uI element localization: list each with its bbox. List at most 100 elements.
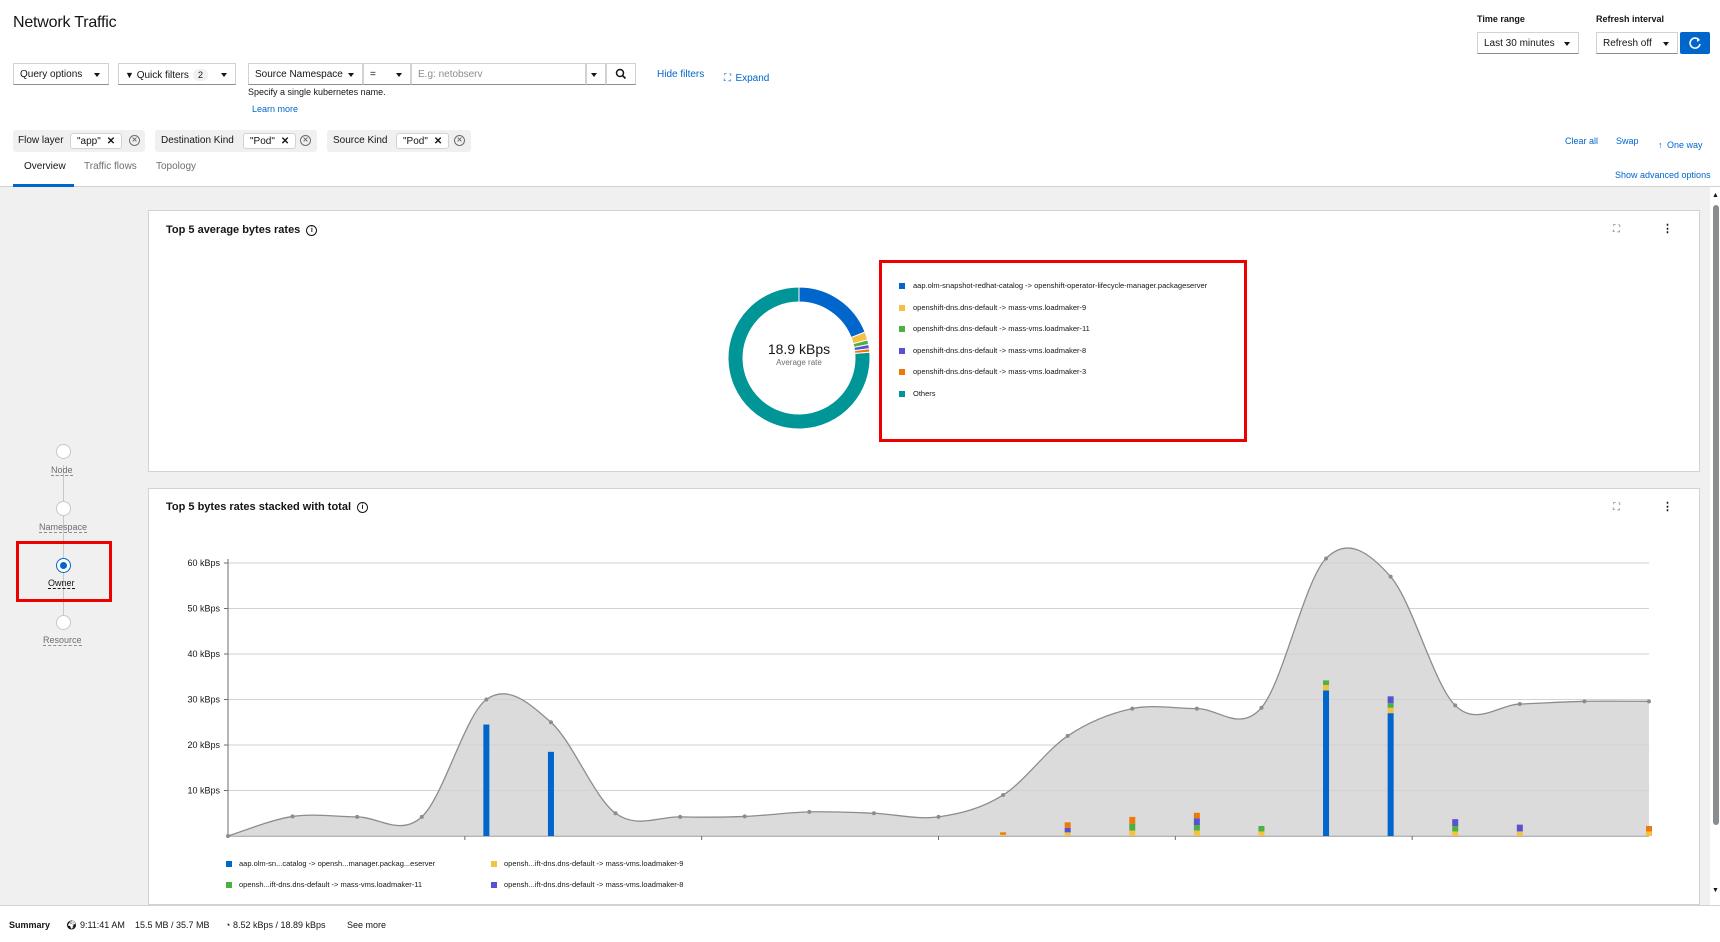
chip-destination-kind: "Pod" ✕ bbox=[243, 133, 297, 149]
total-point bbox=[1130, 706, 1135, 711]
stacked-bar-segment bbox=[1646, 825, 1652, 832]
stacked-bar-segment bbox=[1387, 696, 1394, 704]
query-options-dropdown[interactable]: Query options bbox=[13, 63, 109, 85]
total-point bbox=[290, 814, 295, 819]
refresh-icon bbox=[1689, 37, 1701, 49]
scroll-down-icon[interactable]: ▼ bbox=[1712, 887, 1719, 894]
close-icon[interactable]: ✕ bbox=[434, 136, 442, 147]
time-range-label: Time range bbox=[1477, 14, 1525, 24]
stacked-bar-segment bbox=[1000, 834, 1007, 836]
quick-filters-count: 2 bbox=[192, 69, 208, 81]
swap-link[interactable]: Swap bbox=[1616, 136, 1639, 146]
stacked-bar-segment bbox=[1516, 831, 1523, 836]
total-point bbox=[484, 697, 489, 702]
footer-time-value: 9:11:41 AM bbox=[79, 920, 125, 930]
legend-item[interactable]: opensh...ift-dns.dns-default -> mass-vms… bbox=[226, 880, 422, 889]
stacked-bar-segment bbox=[1258, 831, 1265, 836]
scrollbar[interactable]: ▲ ▼ bbox=[1710, 187, 1720, 905]
total-point bbox=[613, 811, 618, 816]
filter-field-label: Source Namespace bbox=[255, 69, 343, 80]
footer-rate-value: 8.52 kBps / 18.89 kBps bbox=[232, 920, 326, 930]
filter-value-input[interactable]: E.g: netobserv bbox=[411, 63, 586, 85]
stacked-bar-segment bbox=[1129, 823, 1136, 831]
chip-source-kind: "Pod" ✕ bbox=[396, 133, 450, 149]
legend-swatch bbox=[491, 861, 497, 868]
legend-item[interactable]: opensh...ift-dns.dns-default -> mass-vms… bbox=[491, 880, 683, 889]
chip-group-destination-kind: Destination Kind "Pod" ✕ ✕ bbox=[155, 130, 317, 152]
stacked-bar-segment bbox=[1129, 830, 1136, 836]
kebab-menu-icon[interactable]: ⋮ bbox=[1662, 222, 1673, 235]
chevron-down-icon bbox=[221, 73, 227, 77]
y-tick-label: 40 kBps bbox=[187, 649, 220, 659]
stacked-bar-segment bbox=[1064, 827, 1071, 833]
one-way-button[interactable]: ↑ One way bbox=[1658, 135, 1702, 153]
total-point bbox=[226, 834, 230, 838]
stacked-bar-segment bbox=[1323, 680, 1330, 685]
quick-filters-label: Quick filters bbox=[136, 70, 189, 81]
total-point bbox=[678, 814, 683, 819]
scope-label-node[interactable]: Node bbox=[51, 465, 73, 476]
highlight-box-owner bbox=[16, 541, 112, 602]
legend-item[interactable]: opensh...ift-dns.dns-default -> mass-vms… bbox=[491, 859, 683, 868]
tab-traffic-flows[interactable]: Traffic flows bbox=[84, 161, 137, 172]
search-icon bbox=[615, 68, 627, 80]
remove-group-icon[interactable]: ✕ bbox=[129, 135, 140, 146]
refresh-interval-select[interactable]: Refresh off bbox=[1596, 32, 1678, 54]
tab-overview[interactable]: Overview bbox=[24, 161, 66, 172]
chevron-down-icon bbox=[1564, 42, 1570, 46]
total-point bbox=[1517, 702, 1522, 707]
legend-swatch bbox=[226, 882, 232, 889]
filter-operator-select[interactable]: = bbox=[363, 63, 411, 85]
hide-filters-link[interactable]: Hide filters bbox=[657, 69, 704, 80]
tab-topology[interactable]: Topology bbox=[156, 161, 196, 172]
total-point bbox=[936, 814, 941, 819]
quick-filters-dropdown[interactable]: ▼ Quick filters 2 bbox=[118, 63, 236, 85]
stacked-panel: Top 5 bytes rates stacked with total i ⛶ … bbox=[148, 488, 1700, 905]
stacked-bar-segment bbox=[1193, 812, 1200, 819]
clear-all-link[interactable]: Clear all bbox=[1565, 136, 1598, 146]
stacked-bar-segment bbox=[1323, 690, 1330, 836]
stacked-area-chart: 10 kBps 20 kBps 30 kBps 40 kBps 50 kBps 60 kB… bbox=[187, 547, 1652, 840]
arrow-up-icon: ↑ bbox=[1658, 140, 1663, 150]
show-advanced-options-link[interactable]: Show advanced options bbox=[1615, 170, 1711, 180]
summary-label[interactable]: Summary bbox=[9, 920, 50, 930]
close-icon[interactable]: ✕ bbox=[107, 136, 115, 147]
legend-swatch bbox=[491, 882, 497, 889]
scope-label-namespace[interactable]: Namespace bbox=[39, 522, 88, 533]
close-icon[interactable]: ✕ bbox=[281, 136, 289, 147]
time-range-value: Last 30 minutes bbox=[1484, 38, 1555, 49]
scope-step-node[interactable] bbox=[56, 444, 71, 459]
refresh-button[interactable] bbox=[1680, 32, 1710, 54]
scrollbar-thumb[interactable] bbox=[1713, 205, 1719, 825]
query-options-label: Query options bbox=[20, 69, 83, 80]
fullscreen-icon[interactable]: ⛶ bbox=[1613, 224, 1620, 235]
y-tick-label: 20 kBps bbox=[187, 740, 220, 750]
remove-group-icon[interactable]: ✕ bbox=[454, 135, 465, 146]
scope-step-resource[interactable] bbox=[56, 615, 71, 630]
learn-more-link[interactable]: Learn more bbox=[252, 104, 298, 114]
time-range-select[interactable]: Last 30 minutes bbox=[1477, 32, 1579, 54]
filter-operator-value: = bbox=[370, 69, 376, 80]
total-point bbox=[419, 814, 424, 819]
expand-button[interactable]: ⛶ Expand bbox=[724, 68, 769, 86]
total-point bbox=[807, 809, 812, 814]
see-more-link[interactable]: See more bbox=[347, 920, 386, 930]
footer-rate: ◔ 8.52 kBps / 18.89 kBps bbox=[225, 920, 326, 930]
gauge-icon: ◔ bbox=[225, 920, 231, 930]
scroll-up-icon[interactable]: ▲ bbox=[1712, 192, 1719, 199]
chip-category: Source Kind bbox=[333, 135, 388, 146]
y-tick-label: 30 kBps bbox=[187, 695, 220, 705]
chip-flow-layer: "app" ✕ bbox=[70, 133, 123, 149]
footer-time: 🌍︎ 9:11:41 AM bbox=[66, 920, 125, 931]
info-icon[interactable]: i bbox=[306, 224, 318, 236]
scope-label-resource[interactable]: Resource bbox=[43, 635, 82, 646]
filter-field-select[interactable]: Source Namespace bbox=[248, 63, 363, 85]
scope-step-namespace[interactable] bbox=[56, 501, 71, 516]
legend-item[interactable]: aap.olm-sn...catalog -> opensh...manager… bbox=[226, 859, 435, 868]
y-tick-label: 60 kBps bbox=[187, 558, 220, 568]
remove-group-icon[interactable]: ✕ bbox=[300, 135, 311, 146]
total-point bbox=[355, 814, 360, 819]
search-button[interactable] bbox=[606, 63, 636, 85]
legend-label: opensh...ift-dns.dns-default -> mass-vms… bbox=[504, 859, 684, 868]
filter-autocomplete-toggle[interactable] bbox=[586, 63, 606, 85]
